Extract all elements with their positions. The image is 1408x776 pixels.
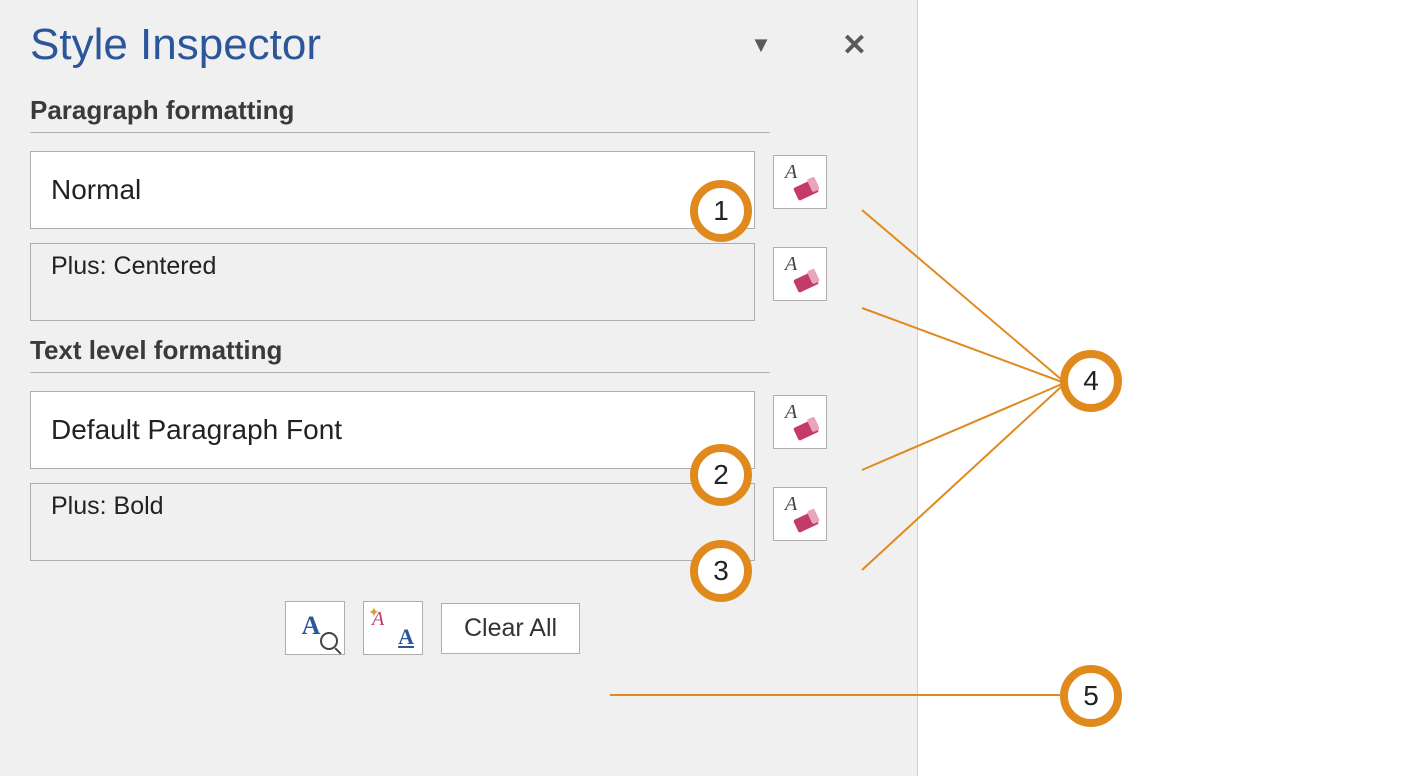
- panel-menu-dropdown[interactable]: ▼: [750, 32, 772, 58]
- eraser-icon: A: [783, 497, 817, 531]
- panel-title: Style Inspector: [30, 20, 321, 70]
- style-a-icon: A: [372, 608, 384, 631]
- paragraph-plus-field[interactable]: Plus: Centered: [30, 243, 755, 321]
- style-inspector-panel: Style Inspector ▼ ✕ Paragraph formatting…: [0, 0, 918, 776]
- callout-3: 3: [690, 540, 752, 602]
- text-plus-row: Plus: Bold A: [30, 483, 887, 561]
- divider: [30, 372, 770, 373]
- new-style-button[interactable]: ✦ A A: [363, 601, 423, 655]
- bottom-button-row: A ✦ A A Clear All: [285, 601, 887, 655]
- panel-header: Style Inspector ▼ ✕: [30, 20, 887, 70]
- text-style-value: Default Paragraph Font: [51, 414, 342, 446]
- text-level-formatting-label: Text level formatting: [30, 335, 887, 368]
- callout-2: 2: [690, 444, 752, 506]
- paragraph-style-value: Normal: [51, 174, 141, 206]
- callout-4: 4: [1060, 350, 1122, 412]
- paragraph-formatting-label: Paragraph formatting: [30, 95, 887, 128]
- callout-1: 1: [690, 180, 752, 242]
- text-style-field[interactable]: Default Paragraph Font: [30, 391, 755, 469]
- divider: [30, 132, 770, 133]
- paragraph-style-row: Normal A: [30, 151, 887, 229]
- reveal-formatting-icon: A: [302, 611, 321, 641]
- style-a-underline-icon: A: [398, 624, 414, 650]
- text-plus-field[interactable]: Plus: Bold: [30, 483, 755, 561]
- reset-paragraph-style-button[interactable]: A: [773, 155, 827, 209]
- text-plus-value: Plus: Bold: [51, 492, 164, 521]
- eraser-icon: A: [783, 405, 817, 439]
- eraser-icon: A: [783, 165, 817, 199]
- clear-character-formatting-button[interactable]: A: [773, 487, 827, 541]
- panel-controls: ▼ ✕: [750, 28, 867, 63]
- clear-all-label: Clear All: [464, 614, 557, 642]
- paragraph-plus-value: Plus: Centered: [51, 252, 216, 281]
- clear-paragraph-formatting-button[interactable]: A: [773, 247, 827, 301]
- close-icon[interactable]: ✕: [842, 28, 867, 63]
- reveal-formatting-button[interactable]: A: [285, 601, 345, 655]
- paragraph-style-field[interactable]: Normal: [30, 151, 755, 229]
- text-style-row: Default Paragraph Font A: [30, 391, 887, 469]
- reset-character-style-button[interactable]: A: [773, 395, 827, 449]
- magnifier-icon: [320, 632, 338, 650]
- eraser-icon: A: [783, 257, 817, 291]
- callout-5: 5: [1060, 665, 1122, 727]
- clear-all-button[interactable]: Clear All: [441, 603, 580, 654]
- paragraph-plus-row: Plus: Centered A: [30, 243, 887, 321]
